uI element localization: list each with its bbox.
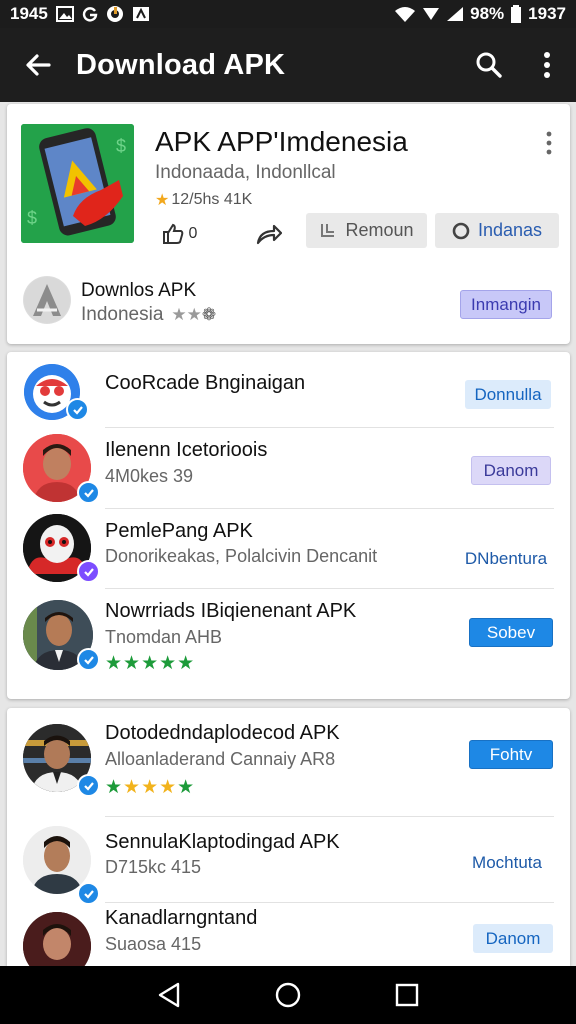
app-action-button[interactable]: Fohtv [469, 740, 553, 769]
featured-app-card[interactable]: $ $ APK APP'Imdenesia Indonaada, Indonll… [7, 104, 570, 344]
cell-signal-icon [446, 6, 464, 22]
app-subtitle: 4M0kes 39 [105, 466, 194, 486]
app-action-button[interactable]: Mochtuta [461, 848, 553, 877]
thumbs-up-icon [162, 223, 183, 244]
sub-app-button[interactable]: Inmangin [460, 290, 552, 319]
system-nav-bar [0, 966, 576, 1024]
share-button[interactable] [253, 216, 285, 252]
app-notification-icon [106, 5, 124, 23]
search-icon [476, 52, 502, 78]
list-item[interactable]: Nowrriads IBiqienenant APK Tnomdan AHB ★… [7, 588, 570, 692]
status-time-left: 1945 [10, 4, 48, 23]
app-action-button[interactable]: Donnulla [465, 380, 551, 409]
app-title: Kanadlarngntand [105, 907, 258, 929]
recents-square-icon [395, 983, 418, 1007]
featured-more-button[interactable] [542, 130, 556, 156]
app-list-card-1: CooRcade Bnginaigan Donnulla Ilenenn Ice… [7, 352, 570, 699]
app-rating-stars: ★★★★★ [105, 777, 196, 798]
verified-badge-icon [77, 560, 100, 583]
list-item[interactable]: Kanadlarngntand Suaosa 415 Danom [7, 902, 570, 966]
app-rating-stars: ★★★★★ [105, 653, 196, 674]
remove-icon [321, 223, 335, 237]
app-title: Dotodedndaplodecod APK [105, 722, 340, 744]
more-vert-icon [546, 131, 552, 155]
app-subtitle: Tnomdan AHB [105, 627, 223, 647]
battery-percent: 98% [470, 4, 505, 23]
app-action-button[interactable]: Sobev [469, 618, 553, 647]
app-action-button[interactable]: Danom [471, 456, 551, 485]
app-title: Ilenenn Icetorioois [105, 439, 268, 461]
app-subtitle: Alloanladerand Cannaiy AR8 [105, 749, 336, 769]
sub-app-meta: Indonesia ★★❁ [81, 304, 216, 326]
featured-app-rating: ★ 12/5hs 41K [155, 190, 252, 210]
svg-text:$: $ [27, 208, 37, 228]
sub-app-subtitle: Indonesia [81, 304, 164, 325]
back-arrow-icon [26, 54, 51, 76]
like-button[interactable]: 0 [155, 216, 203, 252]
list-item[interactable]: PemlePang APK Donorikeakas, Polalcivin D… [7, 508, 570, 588]
featured-app-title: APK APP'Imdenesia [155, 126, 408, 157]
app-title: CooRcade Bnginaigan [105, 372, 306, 394]
app-action-button[interactable]: DNbentura [459, 544, 553, 573]
featured-app-icon: $ $ [21, 124, 134, 243]
app-title: PemlePang APK [105, 520, 253, 542]
app-bar: Download APK [0, 28, 576, 102]
more-vert-icon [544, 52, 550, 78]
list-item[interactable]: SennulaKlaptodingad APK D715kc 415 Mocht… [7, 816, 570, 905]
status-time-right: 1937 [528, 4, 566, 23]
app-title: Nowrriads IBiqienenant APK [105, 600, 357, 622]
verified-badge-icon [77, 774, 100, 797]
rating-text: 12/5hs 41K [171, 191, 253, 208]
overflow-menu-button[interactable] [518, 28, 576, 102]
google-notification-icon [82, 6, 98, 22]
sub-app-title: Downlos APK [81, 280, 197, 301]
verified-badge-icon [77, 648, 100, 671]
remove-button[interactable]: Remoun [306, 213, 427, 248]
app-subtitle: Suaosa 415 [105, 934, 202, 954]
battery-icon [510, 5, 522, 23]
remove-label: Remoun [345, 220, 414, 240]
verified-badge-icon [66, 398, 89, 421]
featured-app-subtitle: Indonaada, Indonllcal [155, 162, 336, 183]
nav-recents-button[interactable] [387, 975, 427, 1015]
sub-rating-stars: ★★❁ [171, 305, 217, 324]
download-apk-logo [23, 276, 71, 324]
app-avatar [23, 912, 91, 966]
home-circle-icon [275, 982, 301, 1008]
app-title: SennulaKlaptodingad APK [105, 831, 340, 853]
wifi-icon [394, 6, 416, 22]
nav-back-button[interactable] [149, 975, 189, 1015]
verified-badge-icon [77, 481, 100, 504]
svg-text:$: $ [116, 136, 126, 156]
gallery-notification-icon [55, 6, 74, 22]
list-item[interactable]: Dotodedndaplodecod APK Alloanladerand Ca… [7, 708, 570, 816]
status-bar: 1945 98% 1937 [0, 0, 576, 28]
app-subtitle: Donorikeakas, Polalcivin Dencanit [105, 546, 378, 566]
list-item[interactable]: Ilenenn Icetorioois 4M0kes 39 Danom [7, 428, 570, 508]
page-title: Download APK [76, 48, 286, 81]
circle-icon [452, 222, 470, 239]
indonesia-button[interactable]: Indanas [435, 213, 559, 248]
app-action-button[interactable]: Danom [473, 924, 553, 953]
share-arrow-icon [256, 224, 282, 245]
signal-triangle-icon [422, 6, 440, 22]
nav-home-button[interactable] [268, 975, 308, 1015]
back-button[interactable] [0, 28, 76, 102]
like-count: 0 [188, 225, 198, 242]
rating-star-icon: ★ [155, 192, 170, 209]
list-item[interactable]: CooRcade Bnginaigan Donnulla [7, 352, 570, 428]
app-subtitle: D715kc 415 [105, 857, 202, 877]
app-list-card-2: Dotodedndaplodecod APK Alloanladerand Ca… [7, 708, 570, 966]
search-button[interactable] [460, 28, 518, 102]
back-triangle-icon [159, 982, 180, 1008]
store-notification-icon [132, 6, 150, 22]
indonesia-label: Indanas [477, 220, 543, 240]
